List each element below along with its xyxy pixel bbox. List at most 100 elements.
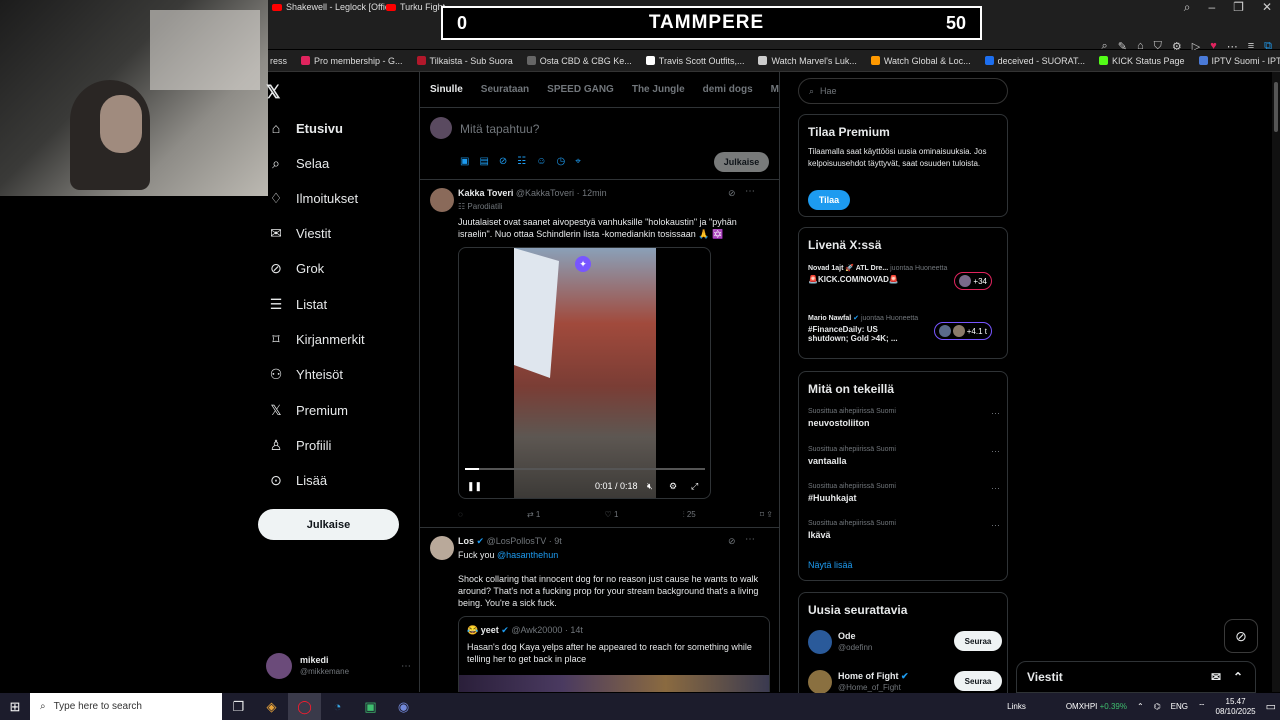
grok-icon[interactable]: ⊘ bbox=[728, 188, 736, 199]
clock[interactable]: 15.47 08/10/2025 bbox=[1216, 697, 1256, 717]
live-item[interactable]: Mario Nawfal ✔ juontaa Huoneetta #Financ… bbox=[808, 314, 1000, 343]
windows-start-icon[interactable]: ⊞ bbox=[0, 693, 30, 720]
avatar[interactable] bbox=[430, 188, 454, 212]
views-button[interactable]: ⫶ 25 bbox=[683, 510, 696, 520]
more-options-icon[interactable]: ⋯ bbox=[991, 483, 1000, 494]
nav-item-notifications[interactable]: ♢ Ilmoitukset bbox=[268, 190, 358, 207]
bookmark[interactable]: deceived - SUORAT... bbox=[984, 56, 1085, 66]
post-button[interactable]: Julkaise bbox=[258, 509, 399, 540]
share-icon[interactable]: ⇪ bbox=[766, 510, 773, 519]
trend-item[interactable]: Suosittua aihepiirissä Suomi neuvostoliit… bbox=[808, 408, 1000, 428]
compose-post-button[interactable]: Julkaise bbox=[714, 152, 769, 172]
language-indicator[interactable]: ENG bbox=[1171, 702, 1188, 711]
follow-suggestion[interactable]: Ode @odefinn Seuraa bbox=[808, 627, 1002, 657]
bookmark[interactable]: Watch Global & Loc... bbox=[870, 56, 971, 66]
scrollbar[interactable] bbox=[1272, 72, 1280, 692]
nav-item-more[interactable]: ⊙ Lisää bbox=[268, 472, 327, 489]
follow-button[interactable]: Seuraa bbox=[954, 671, 1002, 691]
chevron-up-icon[interactable]: ⌃ bbox=[1233, 670, 1243, 684]
bookmark[interactable]: Watch Marvel's Luk... bbox=[758, 56, 857, 66]
maximize-icon[interactable]: ❐ bbox=[1233, 0, 1244, 15]
nav-item-messages[interactable]: ✉ Viestit bbox=[268, 225, 331, 242]
trend-item[interactable]: Suosittua aihepiirissä Suomi vantaalla ⋯ bbox=[808, 446, 1000, 466]
chevron-up-icon[interactable]: ⌃ bbox=[1137, 702, 1144, 711]
bookmark[interactable]: ress bbox=[270, 56, 287, 66]
live-item[interactable]: Novad 1ajt 🚀 ATL Dre... juontaa Huoneett… bbox=[808, 264, 1000, 290]
mute-icon[interactable]: 🔇︎ bbox=[647, 481, 653, 492]
grok-icon[interactable]: ⊘ bbox=[499, 156, 507, 167]
edge-icon[interactable]: ◔ bbox=[321, 693, 354, 720]
emoji-icon[interactable]: ☺ bbox=[536, 156, 546, 167]
more-options-icon[interactable]: ⋯ bbox=[991, 520, 1000, 531]
image-icon[interactable]: ▣ bbox=[460, 156, 469, 167]
like-button[interactable]: ♡ 1 bbox=[605, 510, 619, 520]
browser-tab[interactable]: Shakewell - Leglock [Offic bbox=[272, 2, 389, 12]
location-icon[interactable]: ⌖ bbox=[575, 156, 581, 167]
video-player[interactable]: ✦ ❚❚ 0:01 / 0:18 🔇︎ ⚙ ⤢ bbox=[458, 247, 711, 499]
bookmark[interactable]: Osta CBD & CBG Ke... bbox=[526, 56, 632, 66]
stock-ticker[interactable]: OMXHPI +0.39% bbox=[1066, 702, 1127, 711]
trend-item[interactable]: Suosittua aihepiirissä Suomi #Huuhkajat ⋯ bbox=[808, 483, 1000, 503]
tweet[interactable]: Kakka Toveri @KakkaToveri · 12min ⊘ ⋯ ☷ … bbox=[420, 180, 779, 528]
repost-button[interactable]: ⇄ 1 bbox=[527, 510, 540, 520]
quote-media[interactable] bbox=[459, 675, 769, 692]
messages-drawer[interactable]: Viestit ✉ ⌃ bbox=[1016, 661, 1256, 693]
subscribe-button[interactable]: Tilaa bbox=[808, 190, 850, 210]
opera-icon[interactable]: ◯ bbox=[288, 693, 321, 720]
nav-item-profile[interactable]: ♙ Profiili bbox=[268, 437, 332, 454]
poll-icon[interactable]: ☷ bbox=[517, 156, 526, 167]
mention-link[interactable]: @hasanthehun bbox=[497, 550, 558, 560]
reply-button[interactable]: ◌ bbox=[458, 510, 463, 520]
show-more-link[interactable]: Näytä lisää bbox=[808, 560, 853, 570]
nav-item-bookmarks[interactable]: ⌑ Kirjanmerkit bbox=[268, 331, 364, 348]
schedule-icon[interactable]: ◷ bbox=[556, 156, 565, 167]
compose-input[interactable]: Mitä tapahtuu? bbox=[460, 122, 539, 136]
tweet-author-name[interactable]: Los bbox=[458, 536, 474, 546]
bookmark[interactable]: Tilkaista - Sub Suora bbox=[416, 56, 513, 66]
bookmark-button[interactable]: ⌑ ⇪ bbox=[760, 510, 773, 520]
more-options-icon[interactable]: ⋯ bbox=[991, 446, 1000, 457]
nav-item-explore[interactable]: ⌕ Selaa bbox=[268, 155, 329, 172]
avatar[interactable] bbox=[430, 536, 454, 560]
bookmark[interactable]: IPTV Suomi - IPTV u... bbox=[1198, 56, 1280, 66]
taskbar-search[interactable]: ⌕ Type here to search bbox=[30, 693, 222, 720]
follow-button[interactable]: Seuraa bbox=[954, 631, 1002, 651]
grok-icon[interactable]: ⊘ bbox=[1224, 619, 1258, 653]
task-view-icon[interactable]: ❐ bbox=[222, 693, 255, 720]
discord-icon[interactable]: ◉ bbox=[387, 693, 420, 720]
pause-icon[interactable]: ❚❚ bbox=[467, 481, 482, 492]
wifi-icon[interactable]: ⌔ bbox=[1198, 702, 1206, 712]
tweet-author-name[interactable]: Kakka Toveri bbox=[458, 188, 513, 198]
fullscreen-icon[interactable]: ⤢ bbox=[691, 481, 698, 492]
tweet[interactable]: Los ✔ @LosPollosTV · 9t ⊘ ⋯ Fuck you @ha… bbox=[420, 528, 779, 692]
network-icon[interactable]: ⌬ bbox=[1154, 702, 1161, 711]
gif-icon[interactable]: ▤ bbox=[479, 156, 488, 167]
nav-item-premium[interactable]: 𝕏 Premium bbox=[268, 402, 348, 419]
more-options-icon[interactable]: ⋯ bbox=[745, 186, 755, 197]
browser-tab[interactable]: Turku Fight bbox=[386, 2, 445, 12]
more-options-icon[interactable]: ⋯ bbox=[991, 408, 1000, 419]
account-switcher[interactable]: mikedi @mikkemane ⋯ bbox=[266, 650, 411, 682]
more-options-icon[interactable]: ⋯ bbox=[745, 534, 755, 545]
quoted-tweet[interactable]: 😂 yeet ✔ @Awk20000 · 14t Hasan's dog Kay… bbox=[458, 616, 770, 692]
app-icon[interactable]: ▣ bbox=[354, 693, 387, 720]
search-input[interactable]: ⌕ Hae bbox=[798, 78, 1008, 104]
spark-icon[interactable]: ✦ bbox=[575, 256, 591, 272]
nav-item-home[interactable]: ⌂ Etusivu bbox=[268, 120, 343, 136]
bookmark[interactable]: KICK Status Page bbox=[1098, 56, 1185, 66]
close-icon[interactable]: ✕ bbox=[1262, 0, 1272, 15]
nav-item-grok[interactable]: ⊘ Grok bbox=[268, 260, 324, 277]
nav-item-communities[interactable]: ⚇ Yhteisöt bbox=[268, 366, 343, 383]
minimize-icon[interactable]: – bbox=[1208, 0, 1215, 15]
trend-item[interactable]: Suosittua aihepiirissä Suomi Ikävä ⋯ bbox=[808, 520, 1000, 540]
bookmark[interactable]: Travis Scott Outfits,... bbox=[645, 56, 744, 66]
nav-item-lists[interactable]: ☰ Listat bbox=[268, 296, 327, 313]
search-icon[interactable]: ⌕ bbox=[1184, 0, 1191, 15]
settings-icon[interactable]: ⚙ bbox=[669, 481, 677, 492]
bookmark[interactable]: Pro membership - G... bbox=[301, 56, 403, 66]
links-toolbar[interactable]: Links bbox=[1007, 702, 1026, 711]
app-icon[interactable]: ◈ bbox=[255, 693, 288, 720]
notification-icon[interactable]: ▭ bbox=[1266, 700, 1276, 713]
grok-icon[interactable]: ⊘ bbox=[728, 536, 736, 547]
new-message-icon[interactable]: ✉ bbox=[1211, 670, 1221, 684]
